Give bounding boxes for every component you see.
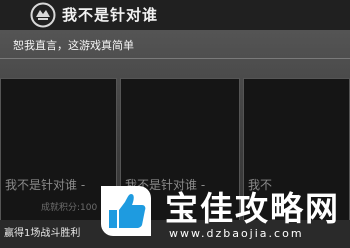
thumbs-up-icon (101, 186, 151, 236)
achievement-condition: 赢得1场战斗胜利 (4, 228, 81, 239)
watermark: 宝佳攻略网 www.dzbaojia.com (93, 180, 350, 248)
header-bar: 我不是针对谁 (0, 0, 350, 30)
controller-logo-icon (30, 2, 56, 28)
card-title: 我不是针对谁 - (5, 178, 86, 192)
watermark-url: www.dzbaojia.com (169, 227, 304, 240)
page-title: 我不是针对谁 (62, 6, 159, 24)
watermark-name: 宝佳攻略网 (165, 189, 340, 228)
divider (0, 58, 350, 59)
game-achievement-screen: 我不是针对谁 恕我直言，这游戏真简单 我不是针对谁 - 成就积分:100 我不是… (0, 0, 350, 248)
achievement-description: 恕我直言，这游戏真简单 (13, 39, 134, 52)
card-score: 成就积分:100 (41, 203, 98, 213)
